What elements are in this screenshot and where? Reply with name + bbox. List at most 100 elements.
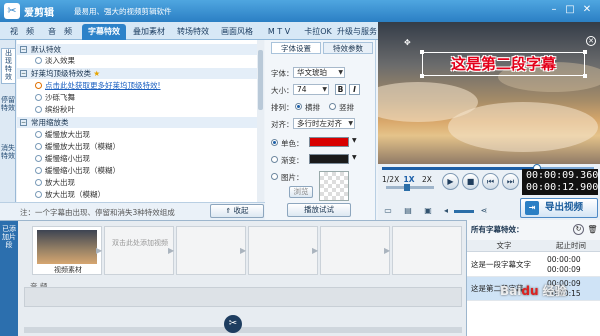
open-folder-icon[interactable]: ▤ <box>402 206 414 216</box>
empty-slot[interactable]: ▶ <box>312 226 390 275</box>
tab-mtv[interactable]: M T V <box>260 24 298 40</box>
collapse-icon[interactable]: − <box>20 119 27 126</box>
chevron-down-icon[interactable]: ▼ <box>352 137 357 144</box>
tab-styles[interactable]: 画面风格 <box>216 24 258 40</box>
delete-icon[interactable]: 🗑 <box>587 224 598 235</box>
video-preview[interactable]: 这是第二段字幕 ✕ ✥ <box>378 22 600 164</box>
collapse-icon[interactable]: − <box>20 46 27 53</box>
export-icon: ⇥ <box>525 201 539 215</box>
scrollbar-thumb[interactable] <box>258 50 263 110</box>
collapse-button[interactable]: ⇑ 收起 <box>210 204 264 218</box>
stop-icon[interactable]: ■ <box>462 173 479 190</box>
resize-handle[interactable] <box>420 50 424 54</box>
browse-button[interactable]: 浏览 <box>289 186 313 198</box>
resize-handle[interactable] <box>583 50 587 54</box>
step-forward-icon[interactable]: ⏭ <box>502 173 519 190</box>
checkbox-icon[interactable] <box>35 106 42 113</box>
layout-vertical-radio[interactable] <box>329 103 336 110</box>
solid-color-swatch[interactable] <box>309 137 349 147</box>
italic-button[interactable]: I <box>349 84 360 95</box>
list-item[interactable]: 沙砾飞舞 <box>17 92 263 103</box>
checkbox-icon[interactable] <box>35 191 42 198</box>
resize-handle[interactable] <box>583 74 587 78</box>
export-video-button[interactable]: ⇥ 导出视频 <box>520 198 598 218</box>
tab-subtitle-effects[interactable]: 字幕特效 <box>82 24 126 40</box>
list-item[interactable]: 缓慢放大出现（模糊） <box>17 141 263 152</box>
minimize-icon[interactable]: – <box>548 4 560 16</box>
play-icon[interactable]: ▶ <box>442 173 459 190</box>
refresh-icon[interactable]: ↻ <box>573 224 584 235</box>
speed-slider[interactable] <box>386 184 434 191</box>
list-item[interactable]: 淡入效果 <box>17 55 263 66</box>
subtitle-row[interactable]: 这是一段字幕文字 00:00:00 00:00:09 <box>467 253 600 277</box>
tab-stay[interactable]: 停留特效 <box>1 96 15 132</box>
tab-appear[interactable]: 出现特效 <box>1 48 15 84</box>
step-back-icon[interactable]: ⏮ <box>482 173 499 190</box>
tab-font-settings[interactable]: 字体设置 <box>271 42 321 54</box>
checkbox-icon[interactable] <box>35 179 42 186</box>
checkbox-icon[interactable] <box>35 167 42 174</box>
empty-slot[interactable]: ▶ <box>168 226 246 275</box>
move-icon[interactable]: ✥ <box>404 38 418 48</box>
list-item[interactable]: 缓慢缩小出现 <box>17 153 263 164</box>
volume-slider[interactable] <box>454 210 474 213</box>
tab-disappear[interactable]: 消失特效 <box>1 144 15 180</box>
speed-double-button[interactable]: 2X <box>420 174 434 185</box>
gradient-color-swatch[interactable] <box>309 154 349 164</box>
layout-horizontal-radio[interactable] <box>295 103 302 110</box>
close-icon[interactable]: ✕ <box>586 36 596 46</box>
tab-video[interactable]: 视 频 <box>4 24 40 40</box>
align-select[interactable]: 多行时左对齐 ▼ <box>293 118 355 129</box>
clip-slot[interactable]: 视频素材 <box>32 226 102 275</box>
group-zoom[interactable]: − 常用缩放类 <box>17 117 263 128</box>
empty-slot[interactable]: ▶ <box>240 226 318 275</box>
audio-track[interactable] <box>24 287 462 307</box>
chevron-down-icon[interactable]: ▼ <box>352 154 357 161</box>
checkbox-icon[interactable] <box>35 143 42 150</box>
bold-button[interactable]: B <box>335 84 346 95</box>
preview-play-button[interactable]: 播放试试 <box>287 203 351 217</box>
effect-label: 沙砾飞舞 <box>45 93 75 102</box>
save-icon[interactable]: ▣ <box>422 206 434 216</box>
tab-overlay[interactable]: 叠加素材 <box>128 24 170 40</box>
tab-karaoke[interactable]: 卡拉OK <box>300 24 336 40</box>
empty-slot[interactable]: ▶ <box>384 226 462 275</box>
caption-text[interactable]: 这是第二段字幕 <box>422 52 585 76</box>
collapse-icon[interactable]: − <box>20 70 27 77</box>
effect-list-scrollbar[interactable] <box>257 40 264 202</box>
tab-upgrade[interactable]: 升级与服务 <box>336 24 378 40</box>
close-icon[interactable]: ✕ <box>581 4 593 16</box>
checkbox-icon[interactable] <box>35 155 42 162</box>
slider-knob[interactable] <box>404 184 410 191</box>
checkbox-icon[interactable] <box>35 131 42 138</box>
speed-half-button[interactable]: 1/2X <box>382 174 399 185</box>
volume-icon[interactable]: ◂ <box>440 206 452 216</box>
gradient-color-radio[interactable] <box>271 156 278 163</box>
image-fill-label: 图片： <box>281 173 304 182</box>
list-item[interactable]: 放大出现（模糊） <box>17 189 263 200</box>
resize-handle[interactable] <box>420 74 424 78</box>
group-default[interactable]: − 默认特效 <box>17 44 263 55</box>
list-item[interactable]: 缓慢放大出现 <box>17 129 263 140</box>
checkbox-icon[interactable] <box>35 57 42 64</box>
empty-slot[interactable]: ▶ 双击此处添加视频 <box>96 226 174 275</box>
tab-transitions[interactable]: 转场特效 <box>172 24 214 40</box>
list-item[interactable]: 缓慢缩小出现（模糊） <box>17 165 263 176</box>
size-select[interactable]: 74 ▼ <box>293 84 329 95</box>
tab-effect-params[interactable]: 特效参数 <box>323 42 373 54</box>
tab-audio[interactable]: 音 频 <box>42 24 78 40</box>
maximize-icon[interactable]: □ <box>564 4 576 16</box>
solid-color-radio[interactable] <box>271 139 278 146</box>
timeline-scrollbar[interactable] <box>24 327 462 333</box>
size-value: 74 <box>297 85 307 94</box>
share-icon[interactable]: ⋖ <box>478 206 490 216</box>
font-select[interactable]: 华文琥珀 ▼ <box>293 67 345 78</box>
image-fill-radio[interactable] <box>271 173 278 180</box>
new-project-icon[interactable]: ▭ <box>382 206 394 216</box>
scissors-icon[interactable]: ✂ <box>224 315 242 333</box>
more-effects-link[interactable]: 点击此处获取更多好莱坞顶级特效! <box>17 80 263 91</box>
group-hollywood[interactable]: − 好莱坞顶级特效类 ★ <box>17 68 263 79</box>
list-item[interactable]: 缤纷秋叶 <box>17 104 263 115</box>
list-item[interactable]: 放大出现 <box>17 177 263 188</box>
checkbox-icon[interactable] <box>35 94 42 101</box>
